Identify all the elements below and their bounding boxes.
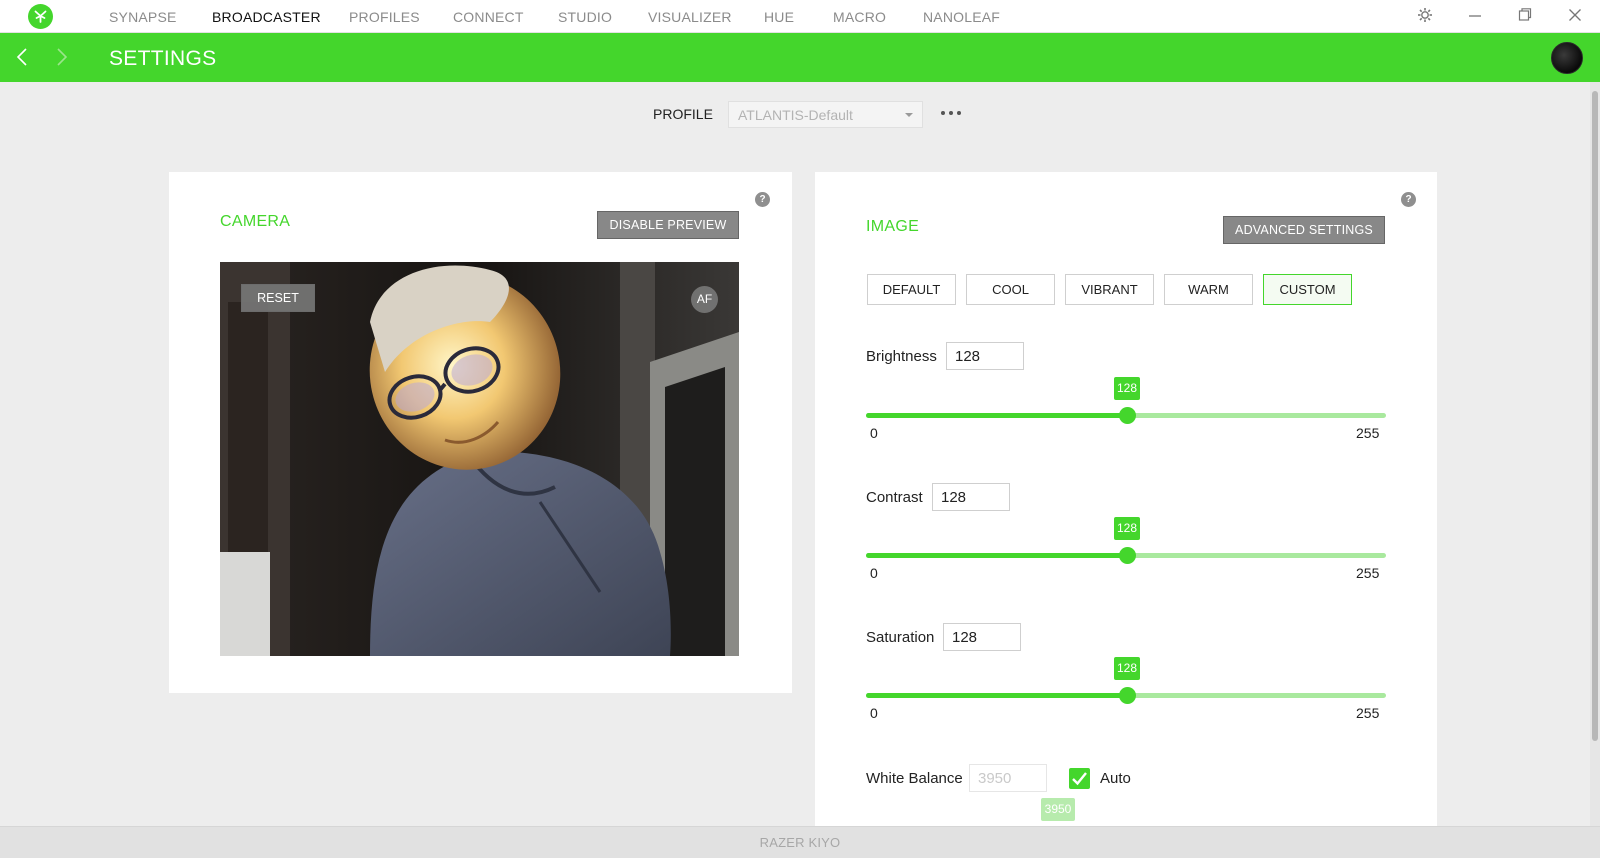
saturation-slider-handle[interactable] xyxy=(1119,687,1137,704)
brightness-label: Brightness xyxy=(866,348,937,365)
nav-broadcaster[interactable]: BROADCASTER xyxy=(212,9,321,25)
page-title: SETTINGS xyxy=(109,47,217,70)
close-icon[interactable] xyxy=(1564,7,1586,27)
contrast-input[interactable]: 128 xyxy=(932,483,1010,511)
contrast-label: Contrast xyxy=(866,489,923,506)
advanced-settings-button[interactable]: ADVANCED SETTINGS xyxy=(1223,216,1385,244)
saturation-value-tooltip: 128 xyxy=(1114,657,1141,680)
saturation-slider[interactable] xyxy=(866,687,1386,704)
camera-help-icon[interactable]: ? xyxy=(755,192,770,207)
profile-dropdown[interactable]: ATLANTIS-Default xyxy=(728,101,923,128)
device-footer: RAZER KIYO xyxy=(0,826,1600,858)
contrast-value-tooltip: 128 xyxy=(1114,517,1141,540)
minimize-icon[interactable] xyxy=(1464,7,1486,27)
brightness-max-label: 255 xyxy=(1356,425,1380,441)
contrast-slider-fill xyxy=(866,553,1128,558)
preset-default-button[interactable]: DEFAULT xyxy=(867,274,956,305)
preset-cool-button[interactable]: COOL xyxy=(966,274,1055,305)
brightness-slider[interactable] xyxy=(866,407,1386,424)
contrast-slider-handle[interactable] xyxy=(1119,547,1137,564)
autofocus-button[interactable]: AF xyxy=(691,286,718,313)
chevron-down-icon xyxy=(905,113,913,117)
back-arrow-icon[interactable] xyxy=(16,47,28,72)
nav-visualizer[interactable]: VISUALIZER xyxy=(648,9,732,25)
page-header: SETTINGS xyxy=(0,33,1600,82)
nav-studio[interactable]: STUDIO xyxy=(558,9,612,25)
nav-synapse[interactable]: SYNAPSE xyxy=(109,9,177,25)
nav-nanoleaf[interactable]: NANOLEAF xyxy=(923,9,1000,25)
brightness-slider-handle[interactable] xyxy=(1119,407,1137,424)
forward-arrow-icon[interactable] xyxy=(56,47,68,72)
saturation-min-label: 0 xyxy=(870,705,878,721)
saturation-label: Saturation xyxy=(866,629,935,646)
scrollbar-thumb[interactable] xyxy=(1592,91,1598,741)
saturation-max-label: 255 xyxy=(1356,705,1380,721)
preset-warm-button[interactable]: WARM xyxy=(1164,274,1253,305)
camera-preview-image xyxy=(220,262,739,656)
brightness-input[interactable]: 128 xyxy=(946,342,1024,370)
camera-preview xyxy=(220,262,739,656)
contrast-min-label: 0 xyxy=(870,565,878,581)
settings-gear-icon[interactable] xyxy=(1414,7,1436,27)
more-options-icon[interactable] xyxy=(939,106,963,120)
nav-macro[interactable]: MACRO xyxy=(833,9,886,25)
razer-logo-icon[interactable] xyxy=(28,4,53,29)
white-balance-value-tooltip: 3950 xyxy=(1041,798,1075,821)
contrast-slider[interactable] xyxy=(866,547,1386,564)
top-nav: SYNAPSE BROADCASTER PROFILES CONNECT STU… xyxy=(0,0,1600,33)
preset-vibrant-button[interactable]: VIBRANT xyxy=(1065,274,1154,305)
nav-hue[interactable]: HUE xyxy=(764,9,794,25)
white-balance-auto-checkbox[interactable] xyxy=(1069,768,1090,789)
brightness-slider-fill xyxy=(866,413,1128,418)
auto-label: Auto xyxy=(1100,770,1131,787)
brightness-value-tooltip: 128 xyxy=(1114,377,1141,400)
reset-button[interactable]: RESET xyxy=(241,284,315,312)
white-balance-label: White Balance xyxy=(866,770,963,787)
contrast-max-label: 255 xyxy=(1356,565,1380,581)
checkmark-icon xyxy=(1072,772,1087,786)
device-kiyo-icon[interactable] xyxy=(1551,42,1583,74)
image-title: IMAGE xyxy=(866,218,920,235)
profile-selected-value: ATLANTIS-Default xyxy=(738,107,853,123)
preset-custom-button[interactable]: CUSTOM xyxy=(1263,274,1352,305)
camera-title: CAMERA xyxy=(220,213,291,230)
nav-connect[interactable]: CONNECT xyxy=(453,9,524,25)
restore-window-icon[interactable] xyxy=(1514,7,1536,27)
image-help-icon[interactable]: ? xyxy=(1401,192,1416,207)
saturation-input[interactable]: 128 xyxy=(943,623,1021,651)
nav-profiles[interactable]: PROFILES xyxy=(349,9,420,25)
saturation-slider-fill xyxy=(866,693,1128,698)
white-balance-input[interactable]: 3950 xyxy=(969,764,1047,792)
disable-preview-button[interactable]: DISABLE PREVIEW xyxy=(597,211,739,239)
brightness-min-label: 0 xyxy=(870,425,878,441)
profile-label: PROFILE xyxy=(653,106,713,122)
